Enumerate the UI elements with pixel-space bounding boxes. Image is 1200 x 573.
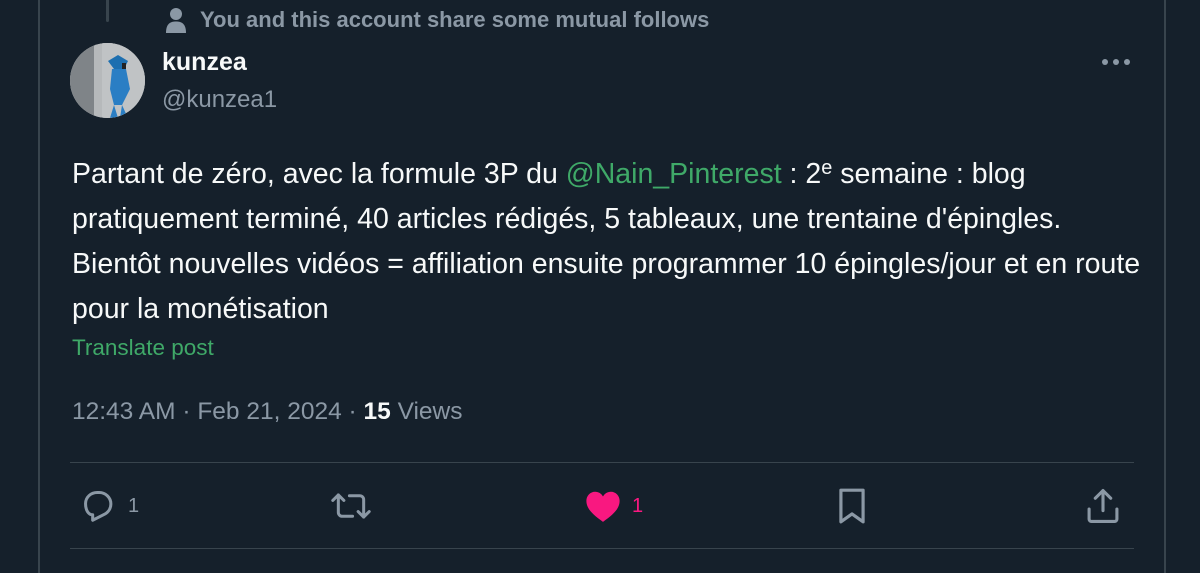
tweet-text-part: Partant de zéro, avec la formule 3P du — [72, 157, 566, 190]
divider — [70, 462, 1134, 463]
right-border — [1164, 0, 1166, 573]
social-context: You and this account share some mutual f… — [166, 5, 709, 35]
bookmark-icon — [836, 487, 868, 525]
superscript: e — [821, 157, 833, 179]
author-display-name[interactable]: kunzea — [162, 46, 247, 78]
meta-separator: · — [348, 398, 357, 425]
social-context-text: You and this account share some mutual f… — [200, 7, 710, 32]
more-options-button[interactable] — [1096, 48, 1136, 76]
reply-icon — [80, 487, 118, 525]
author-handle[interactable]: @kunzea1 — [162, 84, 277, 116]
views-label: Views — [397, 398, 463, 425]
mention-link[interactable]: @Nain_Pinterest — [566, 158, 782, 190]
heart-icon — [584, 488, 622, 524]
like-count: 1 — [632, 494, 644, 517]
more-icon — [1101, 53, 1131, 71]
thread-connector-line — [106, 0, 109, 22]
divider-bottom — [70, 548, 1134, 549]
tweet-text-part: : 2 — [781, 157, 822, 190]
tweet-meta: 12:43 AM · Feb 21, 2024 · 15 Views — [72, 396, 463, 428]
bookmark-button[interactable] — [836, 486, 878, 526]
avatar[interactable] — [70, 43, 145, 118]
tweet-time[interactable]: 12:43 AM — [72, 398, 176, 425]
views-count: 15 — [363, 398, 391, 425]
person-icon — [166, 7, 186, 33]
tweet-date[interactable]: Feb 21, 2024 — [197, 398, 341, 425]
reply-button[interactable]: 1 — [80, 486, 139, 526]
reply-count: 1 — [128, 494, 140, 517]
retweet-button[interactable] — [330, 486, 382, 526]
meta-separator: · — [182, 398, 191, 425]
share-icon — [1086, 487, 1120, 525]
like-button[interactable]: 1 — [584, 486, 643, 526]
tweet-text: Partant de zéro, avec la formule 3P du @… — [72, 146, 1152, 332]
left-border — [38, 0, 40, 573]
retweet-icon — [330, 487, 372, 525]
translate-post-link[interactable]: Translate post — [72, 333, 214, 363]
share-button[interactable] — [1086, 486, 1130, 526]
